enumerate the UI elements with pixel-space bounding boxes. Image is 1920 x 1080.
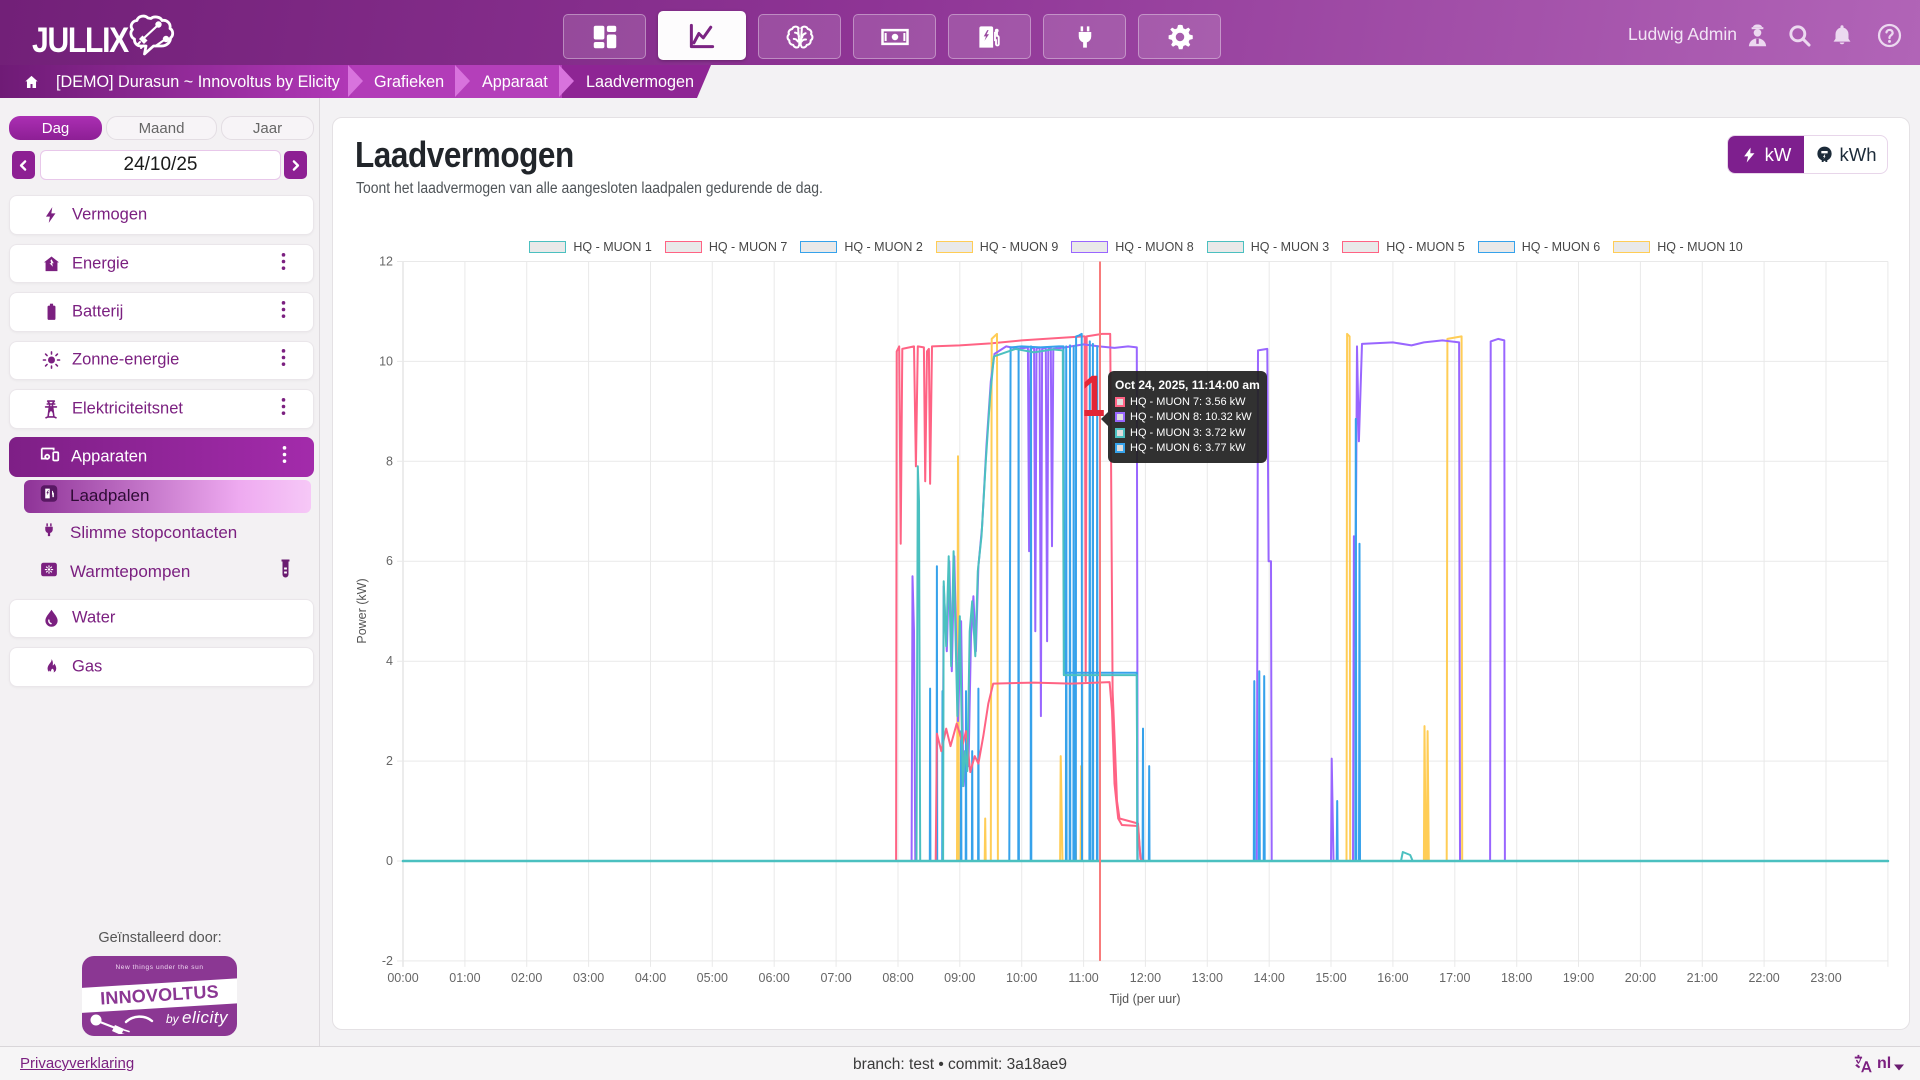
svg-text:23:00: 23:00 bbox=[1810, 971, 1841, 985]
svg-text:11:00: 11:00 bbox=[1068, 971, 1098, 985]
svg-text:10:00: 10:00 bbox=[1006, 971, 1037, 985]
svg-text:0: 0 bbox=[386, 854, 393, 868]
svg-text:4: 4 bbox=[386, 654, 393, 668]
svg-text:17:00: 17:00 bbox=[1439, 971, 1470, 985]
svg-text:-2: -2 bbox=[382, 954, 393, 968]
svg-text:Tijd (per uur): Tijd (per uur) bbox=[1109, 992, 1180, 1006]
svg-text:22:00: 22:00 bbox=[1748, 971, 1779, 985]
svg-text:09:00: 09:00 bbox=[944, 971, 975, 985]
svg-text:04:00: 04:00 bbox=[635, 971, 666, 985]
svg-text:12: 12 bbox=[379, 255, 393, 269]
svg-text:20:00: 20:00 bbox=[1625, 971, 1656, 985]
svg-text:10: 10 bbox=[379, 354, 393, 368]
svg-text:07:00: 07:00 bbox=[820, 971, 851, 985]
svg-text:14:00: 14:00 bbox=[1254, 971, 1285, 985]
svg-text:Power (kW): Power (kW) bbox=[355, 578, 369, 643]
svg-text:08:00: 08:00 bbox=[882, 971, 913, 985]
svg-text:02:00: 02:00 bbox=[511, 971, 542, 985]
svg-text:13:00: 13:00 bbox=[1192, 971, 1223, 985]
svg-text:8: 8 bbox=[386, 454, 393, 468]
svg-text:19:00: 19:00 bbox=[1563, 971, 1594, 985]
svg-text:00:00: 00:00 bbox=[387, 971, 418, 985]
svg-text:03:00: 03:00 bbox=[573, 971, 604, 985]
svg-text:16:00: 16:00 bbox=[1377, 971, 1408, 985]
svg-text:06:00: 06:00 bbox=[759, 971, 790, 985]
svg-text:15:00: 15:00 bbox=[1315, 971, 1346, 985]
svg-text:18:00: 18:00 bbox=[1501, 971, 1532, 985]
svg-text:6: 6 bbox=[386, 554, 393, 568]
svg-text:12:00: 12:00 bbox=[1130, 971, 1161, 985]
svg-text:21:00: 21:00 bbox=[1687, 971, 1718, 985]
svg-text:01:00: 01:00 bbox=[449, 971, 480, 985]
svg-text:2: 2 bbox=[386, 754, 393, 768]
svg-text:05:00: 05:00 bbox=[697, 971, 728, 985]
